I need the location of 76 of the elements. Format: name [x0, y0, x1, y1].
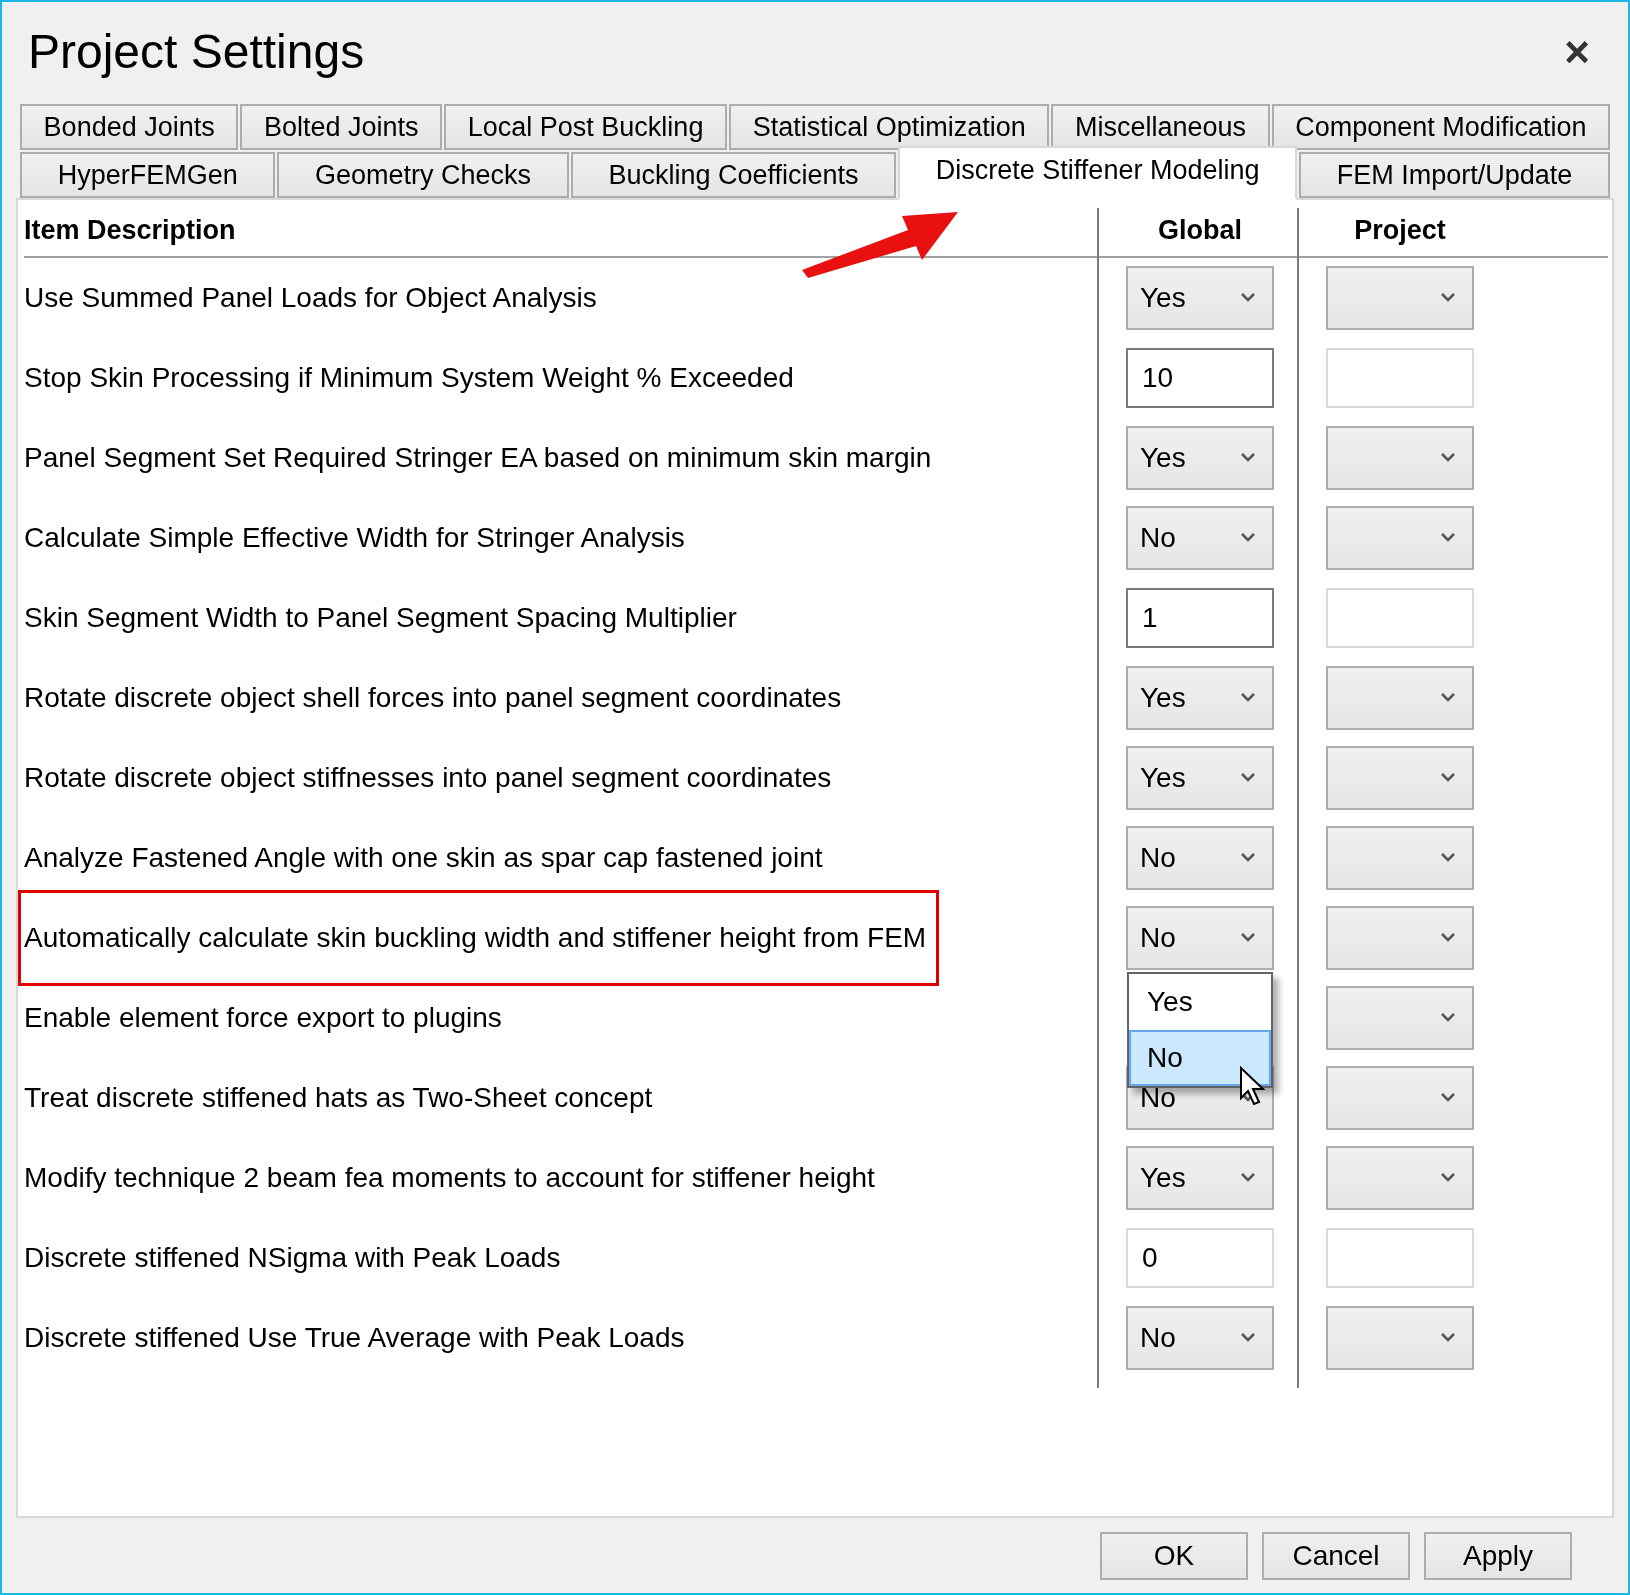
- tab[interactable]: FEM Import/Update: [1299, 152, 1610, 198]
- item-description: Calculate Simple Effective Width for Stringer Analysis: [24, 521, 685, 555]
- dropdown[interactable]: Yes: [1126, 746, 1274, 810]
- chevron-down-icon: [1440, 1332, 1456, 1342]
- dropdown[interactable]: Yes: [1126, 426, 1274, 490]
- item-description: Stop Skin Processing if Minimum System Weight % Exceeded: [24, 361, 794, 395]
- item-description: Discrete stiffened Use True Average with Peak Loads: [24, 1321, 685, 1355]
- dialog-button[interactable]: OK: [1100, 1532, 1248, 1580]
- tab[interactable]: Component Modification: [1271, 104, 1611, 150]
- tab[interactable]: Local Post Buckling: [444, 104, 727, 150]
- chevron-down-icon: [1440, 1092, 1456, 1102]
- item-description: Treat discrete stiffened hats as Two-Sheet concept: [24, 1081, 653, 1115]
- dropdown-option[interactable]: No: [1129, 1030, 1271, 1086]
- tab[interactable]: Statistical Optimization: [729, 104, 1050, 150]
- dropdown[interactable]: No: [1126, 1306, 1274, 1370]
- chevron-down-icon: [1240, 852, 1256, 862]
- chevron-down-icon: [1440, 932, 1456, 942]
- column-header: Project: [1353, 213, 1447, 247]
- item-description: Use Summed Panel Loads for Object Analysis: [24, 281, 597, 315]
- chevron-down-icon: [1440, 452, 1456, 462]
- chevron-down-icon: [1440, 292, 1456, 302]
- chevron-down-icon: [1240, 1172, 1256, 1182]
- chevron-down-icon: [1440, 532, 1456, 542]
- dropdown[interactable]: No: [1126, 506, 1274, 570]
- tab[interactable]: Buckling Coefficients: [570, 152, 897, 198]
- window-title: Project Settings: [28, 24, 365, 80]
- chevron-down-icon: [1240, 292, 1256, 302]
- item-description: Modify technique 2 beam fea moments to account for stiffener height: [24, 1161, 875, 1195]
- item-description: Enable element force export to plugins: [24, 1001, 502, 1035]
- dropdown-option[interactable]: Yes: [1129, 974, 1271, 1030]
- dropdown[interactable]: [1326, 266, 1474, 330]
- dropdown[interactable]: Yes: [1126, 1146, 1274, 1210]
- chevron-down-icon: [1240, 532, 1256, 542]
- text-field[interactable]: 1: [1126, 588, 1274, 648]
- chevron-down-icon: [1440, 1012, 1456, 1022]
- dropdown[interactable]: [1326, 426, 1474, 490]
- chevron-down-icon: [1240, 452, 1256, 462]
- chevron-down-icon: [1240, 1332, 1256, 1342]
- item-description: Rotate discrete object shell forces into panel segment coordinates: [24, 681, 842, 715]
- chevron-down-icon: [1240, 692, 1256, 702]
- dropdown[interactable]: No: [1126, 906, 1274, 970]
- item-description: Panel Segment Set Required Stringer EA based on minimum skin margin: [24, 441, 932, 475]
- dropdown[interactable]: [1326, 1066, 1474, 1130]
- dropdown[interactable]: [1326, 506, 1474, 570]
- dropdown[interactable]: Yes: [1126, 666, 1274, 730]
- dropdown[interactable]: [1326, 746, 1474, 810]
- dialog-button[interactable]: Apply: [1424, 1532, 1572, 1580]
- tab[interactable]: Discrete Stiffener Modeling: [898, 146, 1298, 200]
- dropdown[interactable]: No: [1126, 826, 1274, 890]
- tab[interactable]: Bonded Joints: [20, 104, 239, 150]
- item-description: Automatically calculate skin buckling width and stiffener height from FEM: [18, 890, 940, 986]
- item-description: Discrete stiffened NSigma with Peak Loads: [24, 1241, 561, 1275]
- item-description: Skin Segment Width to Panel Segment Spacing Multiplier: [24, 601, 737, 635]
- tab[interactable]: Geometry Checks: [277, 152, 569, 198]
- chevron-down-icon: [1440, 772, 1456, 782]
- chevron-down-icon: [1240, 772, 1256, 782]
- dropdown[interactable]: Yes: [1126, 266, 1274, 330]
- dropdown[interactable]: [1326, 826, 1474, 890]
- tab[interactable]: HyperFEMGen: [20, 152, 276, 198]
- dropdown[interactable]: [1326, 1306, 1474, 1370]
- tab[interactable]: Bolted Joints: [240, 104, 443, 150]
- column-header: Global: [1157, 213, 1243, 247]
- dropdown[interactable]: [1326, 906, 1474, 970]
- chevron-down-icon: [1240, 932, 1256, 942]
- dropdown[interactable]: [1326, 666, 1474, 730]
- chevron-down-icon: [1440, 1172, 1456, 1182]
- close-button[interactable]: ×: [1556, 19, 1598, 85]
- text-field[interactable]: 10: [1126, 348, 1274, 408]
- dropdown[interactable]: [1326, 986, 1474, 1050]
- chevron-down-icon: [1440, 852, 1456, 862]
- item-description: Rotate discrete object stiffnesses into panel segment coordinates: [24, 761, 832, 795]
- chevron-down-icon: [1440, 692, 1456, 702]
- column-header: Item Description: [24, 214, 236, 245]
- dialog-button[interactable]: Cancel: [1262, 1532, 1410, 1580]
- dropdown[interactable]: [1326, 1146, 1474, 1210]
- item-description: Analyze Fastened Angle with one skin as spar cap fastened joint: [24, 841, 823, 875]
